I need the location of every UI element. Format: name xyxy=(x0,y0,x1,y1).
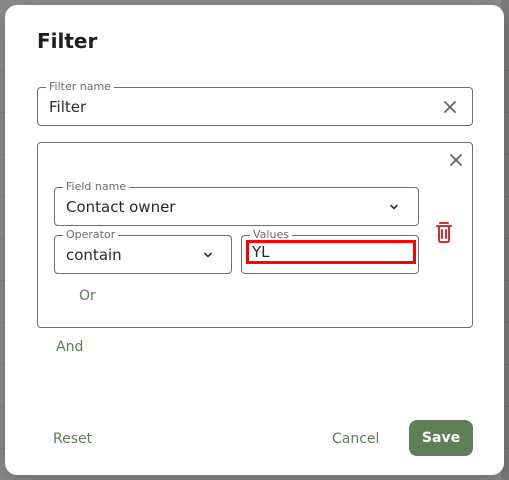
save-button[interactable]: Save xyxy=(409,420,473,456)
close-icon[interactable] xyxy=(449,153,463,167)
close-icon[interactable] xyxy=(443,100,457,114)
field-name-value: Contact owner xyxy=(66,197,176,216)
filter-name-value[interactable]: Filter xyxy=(49,98,86,116)
values-highlight-box[interactable] xyxy=(246,240,416,264)
cancel-button[interactable]: Cancel xyxy=(332,431,379,447)
reset-button[interactable]: Reset xyxy=(53,431,92,447)
filter-name-field[interactable]: Filter name Filter xyxy=(37,80,473,126)
operator-label: Operator xyxy=(63,228,119,242)
operator-value: contain xyxy=(66,245,122,264)
trash-icon[interactable] xyxy=(433,220,455,244)
filter-dialog: Filter Filter name Filter Field name Con… xyxy=(5,5,504,475)
and-button[interactable]: And xyxy=(56,339,83,355)
field-name-label: Field name xyxy=(63,180,130,194)
values-input[interactable]: YL xyxy=(252,243,270,261)
dialog-title: Filter xyxy=(37,29,98,53)
field-name-select[interactable]: Field name Contact owner xyxy=(54,180,419,226)
condition-group: Field name Contact owner Operator contai… xyxy=(37,142,473,328)
chevron-down-icon[interactable] xyxy=(202,249,214,261)
chevron-down-icon[interactable] xyxy=(388,201,400,213)
operator-select[interactable]: Operator contain xyxy=(54,228,232,274)
or-button[interactable]: Or xyxy=(79,288,96,304)
values-field[interactable]: Values YL xyxy=(241,228,419,274)
filter-name-label: Filter name xyxy=(46,80,114,94)
